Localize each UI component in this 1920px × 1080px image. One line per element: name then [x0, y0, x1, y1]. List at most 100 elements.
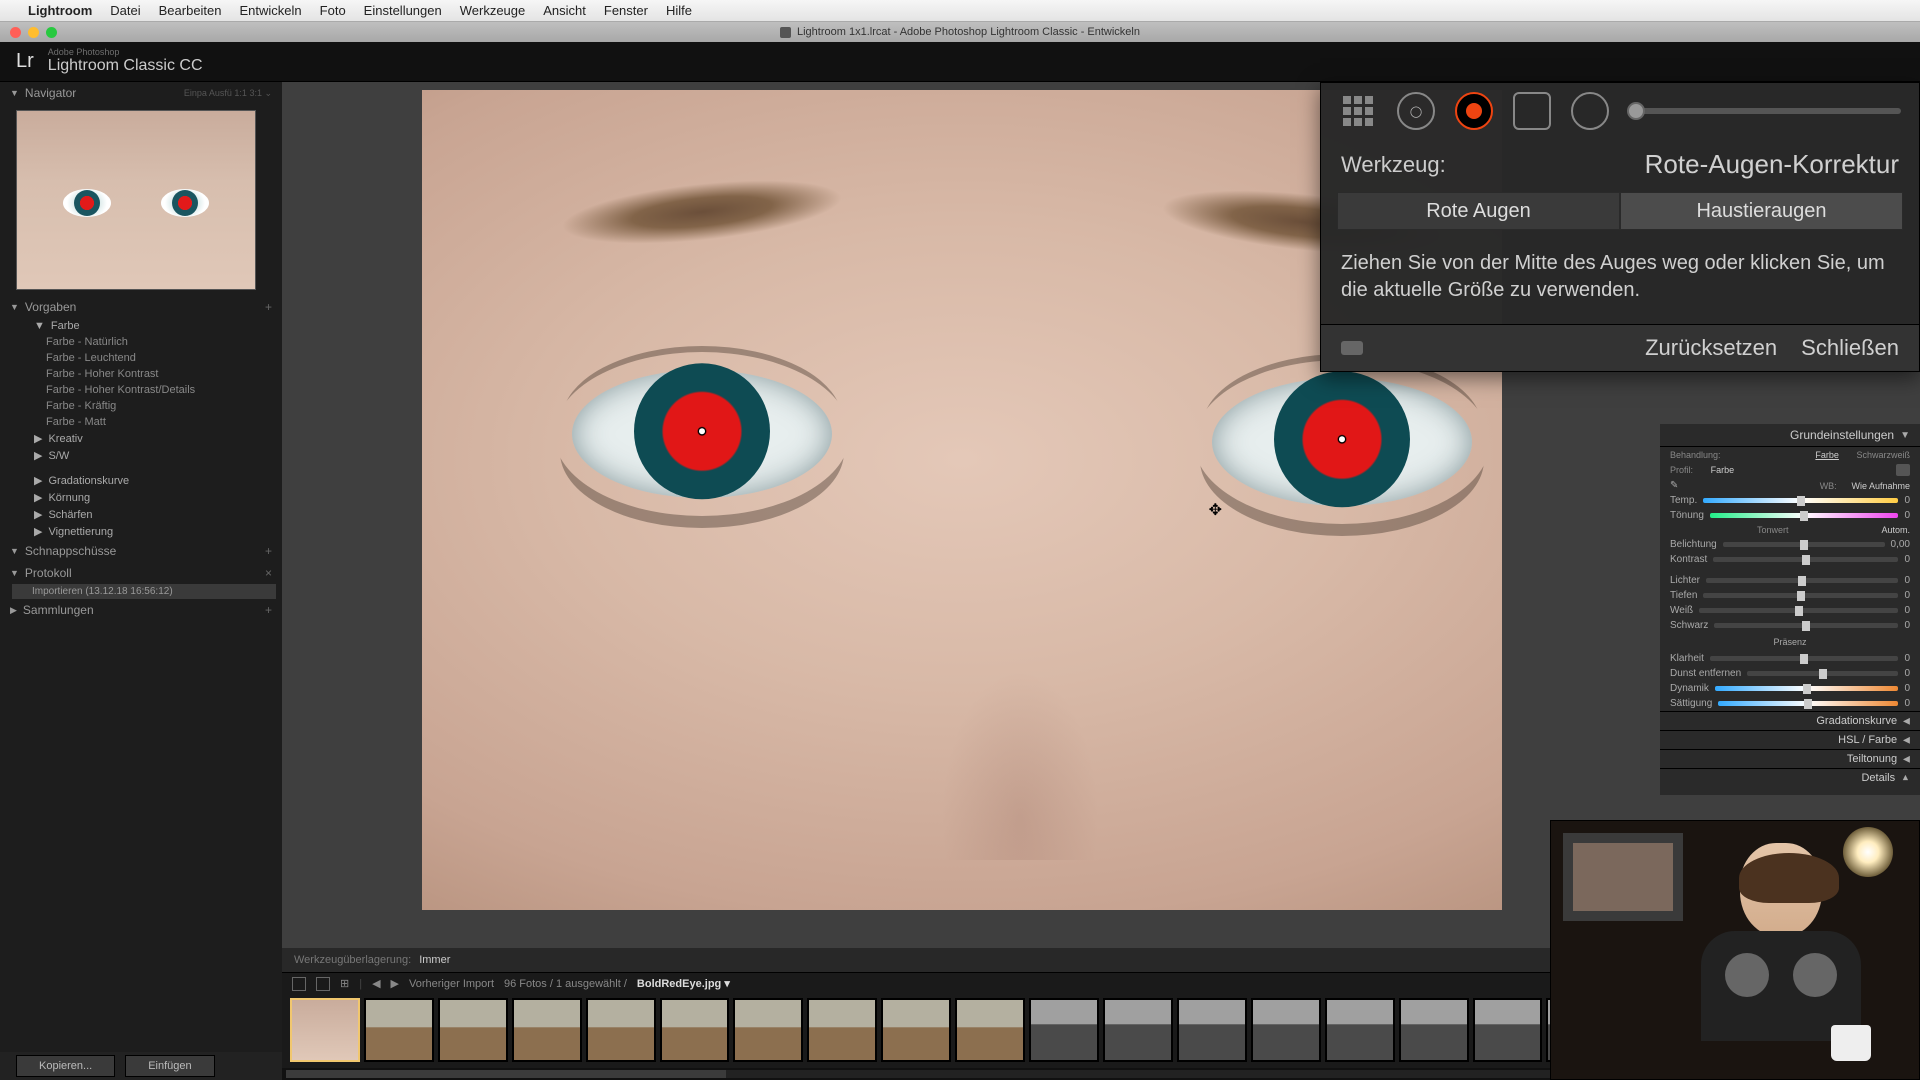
tool-toggle[interactable] — [1341, 341, 1363, 355]
redeye-tool-icon[interactable] — [1455, 92, 1493, 130]
profile-value[interactable]: Farbe — [1711, 465, 1735, 475]
thumb[interactable] — [955, 998, 1025, 1062]
window-close-icon[interactable] — [10, 27, 21, 38]
preset-group[interactable]: ▶Schärfen — [18, 506, 270, 523]
profile-browser-icon[interactable] — [1896, 464, 1910, 476]
thumb[interactable] — [1473, 998, 1543, 1062]
secondary-display-icon[interactable] — [292, 977, 306, 991]
close-button[interactable]: Schließen — [1801, 335, 1899, 361]
preset-item[interactable]: Farbe - Hoher Kontrast — [18, 366, 270, 382]
add-preset-icon[interactable]: + — [265, 300, 272, 314]
preset-item[interactable]: Farbe - Leuchtend — [18, 350, 270, 366]
thumb[interactable] — [438, 998, 508, 1062]
menu-werkzeuge[interactable]: Werkzeuge — [460, 3, 526, 18]
preset-item[interactable]: Farbe - Kräftig — [18, 398, 270, 414]
dehaze-slider[interactable] — [1747, 671, 1898, 676]
thumb[interactable] — [1029, 998, 1099, 1062]
thumb[interactable] — [512, 998, 582, 1062]
navigator-thumbnail[interactable] — [16, 110, 256, 290]
grid-view-icon[interactable]: ⊞ — [340, 977, 349, 990]
menu-entwickeln[interactable]: Entwickeln — [240, 3, 302, 18]
forward-icon[interactable]: ▶ — [391, 977, 399, 990]
preset-group[interactable]: ▶Körnung — [18, 489, 270, 506]
highlights-slider[interactable] — [1706, 578, 1898, 583]
history-header[interactable]: ▼ Protokoll × — [0, 562, 282, 584]
window-zoom-icon[interactable] — [46, 27, 57, 38]
contrast-slider[interactable] — [1713, 557, 1898, 562]
thumb[interactable] — [364, 998, 434, 1062]
menu-hilfe[interactable]: Hilfe — [666, 3, 692, 18]
tab-rote-augen[interactable]: Rote Augen — [1337, 192, 1620, 230]
tab-haustieraugen[interactable]: Haustieraugen — [1620, 192, 1903, 230]
thumb[interactable] — [1399, 998, 1469, 1062]
thumb[interactable] — [807, 998, 877, 1062]
blacks-slider[interactable] — [1714, 623, 1898, 628]
clear-history-icon[interactable]: × — [265, 566, 272, 580]
whites-slider[interactable] — [1699, 608, 1898, 613]
preset-group[interactable]: ▶Kreativ — [18, 430, 270, 447]
filmstrip-path[interactable]: Vorheriger Import — [409, 978, 494, 990]
radial-filter-tool-icon[interactable] — [1571, 92, 1609, 130]
wb-value[interactable]: Wie Aufnahme — [1851, 481, 1910, 491]
preset-group-farbe[interactable]: ▼Farbe — [18, 318, 270, 334]
basic-section-header[interactable]: Grundeinstellungen▼ — [1660, 424, 1920, 447]
thumb[interactable] — [1325, 998, 1395, 1062]
preset-group[interactable]: ▶Gradationskurve — [18, 472, 270, 489]
temp-slider[interactable] — [1703, 498, 1898, 503]
preset-group[interactable]: ▶S/W — [18, 447, 270, 464]
thumb[interactable] — [1251, 998, 1321, 1062]
section-hsl[interactable]: HSL / Farbe▶ — [1660, 730, 1920, 749]
menu-datei[interactable]: Datei — [110, 3, 140, 18]
navigator-header[interactable]: ▼ Navigator Einpa Ausfü 1:1 3:1 ⌄ — [0, 82, 282, 104]
preset-item[interactable]: Farbe - Hoher Kontrast/Details — [18, 382, 270, 398]
thumb[interactable] — [881, 998, 951, 1062]
tint-slider[interactable] — [1710, 513, 1899, 518]
copy-button[interactable]: Kopieren... — [16, 1055, 115, 1077]
thumb-selected[interactable] — [290, 998, 360, 1062]
menu-ansicht[interactable]: Ansicht — [543, 3, 586, 18]
section-details[interactable]: Details▼ — [1660, 768, 1920, 787]
snapshots-header[interactable]: ▼ Schnappschüsse + — [0, 540, 282, 562]
exposure-slider[interactable] — [1723, 542, 1885, 547]
navigator-zoom-ratios[interactable]: Einpa Ausfü 1:1 3:1 ⌄ — [184, 88, 272, 99]
menu-fenster[interactable]: Fenster — [604, 3, 648, 18]
back-icon[interactable]: ◀ — [372, 977, 380, 990]
auto-button[interactable]: Autom. — [1881, 525, 1910, 535]
shadows-slider[interactable] — [1703, 593, 1898, 598]
thumb[interactable] — [1103, 998, 1173, 1062]
thumb[interactable] — [733, 998, 803, 1062]
filmstrip-filename[interactable]: BoldRedEye.jpg ▾ — [637, 977, 730, 990]
preset-item[interactable]: Farbe - Matt — [18, 414, 270, 430]
section-tonecurve[interactable]: Gradationskurve▶ — [1660, 711, 1920, 730]
add-snapshot-icon[interactable]: + — [265, 544, 272, 558]
reset-button[interactable]: Zurücksetzen — [1645, 335, 1777, 361]
paste-button[interactable]: Einfügen — [125, 1055, 214, 1077]
tool-overlay-value[interactable]: Immer — [419, 954, 450, 966]
window-minimize-icon[interactable] — [28, 27, 39, 38]
eyedropper-icon[interactable]: ✎ — [1670, 480, 1678, 491]
thumb[interactable] — [660, 998, 730, 1062]
history-entry[interactable]: Importieren (13.12.18 16:56:12) — [12, 584, 276, 599]
section-splittoning[interactable]: Teiltonung▶ — [1660, 749, 1920, 768]
collections-header[interactable]: ▶ Sammlungen + — [0, 599, 282, 621]
menu-app[interactable]: Lightroom — [28, 3, 92, 18]
preset-item[interactable]: Farbe - Natürlich — [18, 334, 270, 350]
menu-bearbeiten[interactable]: Bearbeiten — [159, 3, 222, 18]
preset-group[interactable]: ▶Vignettierung — [18, 523, 270, 540]
vibrance-slider[interactable] — [1715, 686, 1899, 691]
treatment-bw[interactable]: Schwarzweiß — [1856, 450, 1910, 460]
spot-removal-tool-icon[interactable]: ◯ — [1397, 92, 1435, 130]
add-collection-icon[interactable]: + — [265, 603, 272, 617]
graduated-filter-tool-icon[interactable] — [1513, 92, 1551, 130]
menu-foto[interactable]: Foto — [320, 3, 346, 18]
thumb[interactable] — [586, 998, 656, 1062]
presets-header[interactable]: ▼ Vorgaben + — [0, 296, 282, 318]
thumb[interactable] — [1177, 998, 1247, 1062]
crop-tool-icon[interactable] — [1339, 92, 1377, 130]
clarity-slider[interactable] — [1710, 656, 1899, 661]
mask-slider[interactable] — [1629, 108, 1901, 114]
treatment-color[interactable]: Farbe — [1815, 450, 1839, 460]
secondary-display-2-icon[interactable] — [316, 977, 330, 991]
saturation-slider[interactable] — [1718, 701, 1898, 706]
menu-einstellungen[interactable]: Einstellungen — [364, 3, 442, 18]
